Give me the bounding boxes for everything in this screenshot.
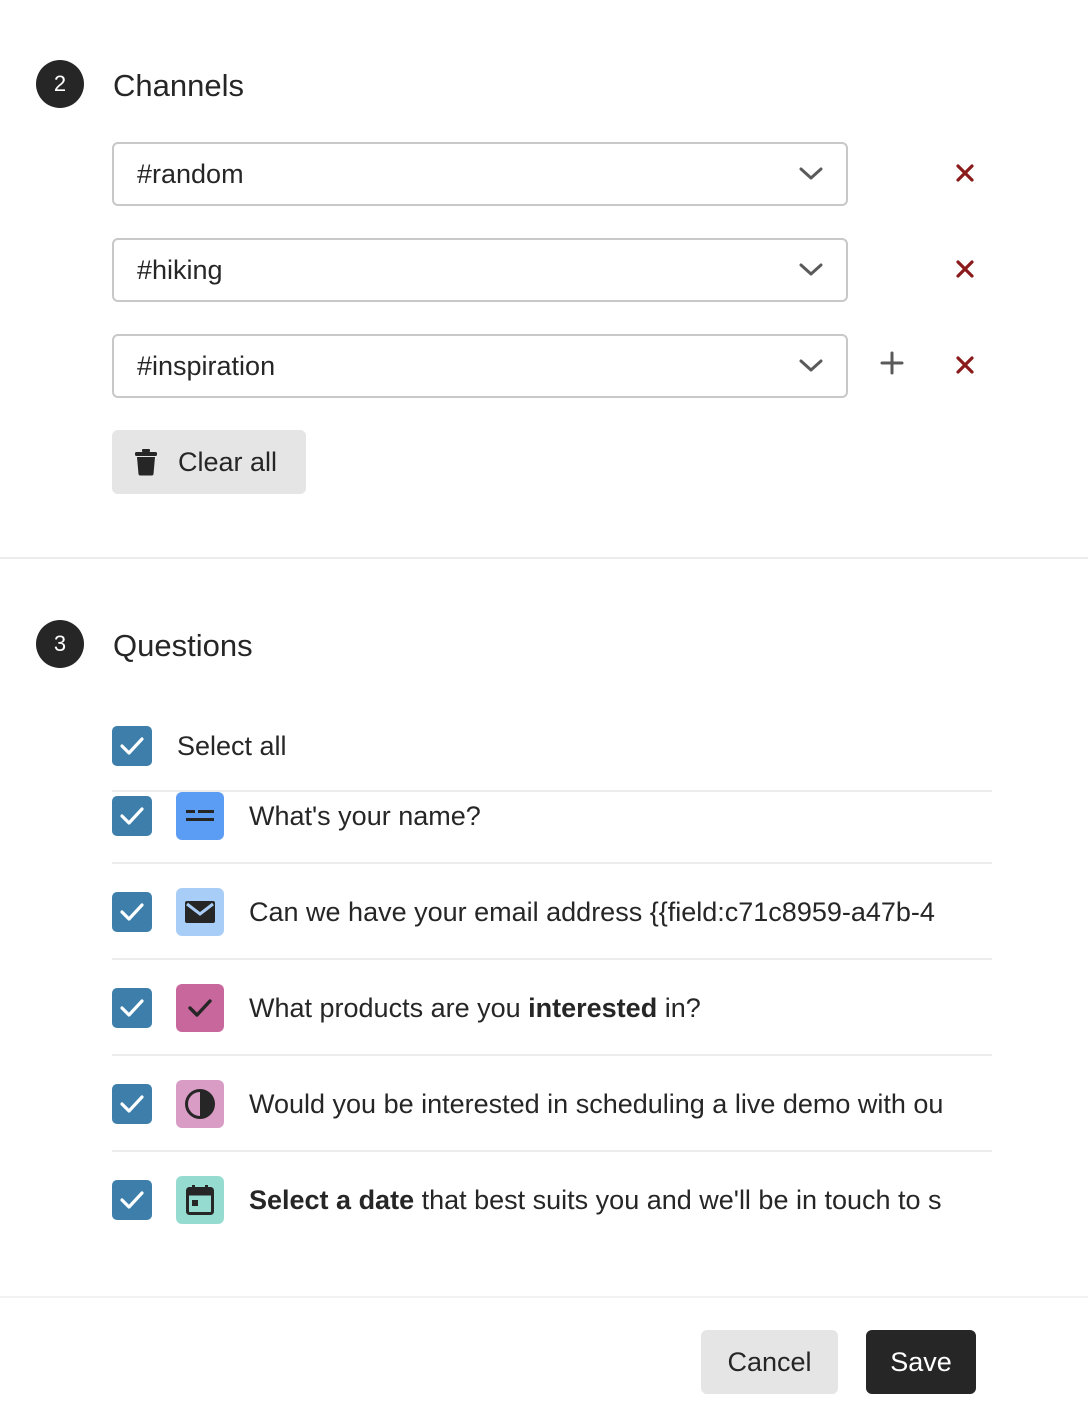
chevron-down-icon: [799, 167, 823, 180]
checkmark-icon: [120, 807, 144, 825]
question-text-4: Would you be interested in scheduling a …: [249, 1087, 992, 1121]
select-all-label: Select all: [177, 731, 287, 761]
chevron-down-icon: [799, 263, 823, 276]
yes-no-icon: [176, 1080, 224, 1128]
question-checkbox-4[interactable]: [112, 1084, 152, 1124]
question-text-segment: Can we have your email address {{field:c…: [249, 897, 935, 927]
close-icon: [956, 260, 974, 278]
remove-channel-button-1[interactable]: [947, 155, 983, 191]
add-channel-button[interactable]: [874, 345, 910, 381]
question-checkbox-5[interactable]: [112, 1180, 152, 1220]
channel-select-3[interactable]: #inspiration: [112, 334, 848, 398]
question-text-emphasis: interested: [528, 993, 658, 1023]
checkmark-icon: [120, 903, 144, 921]
checkmark-icon: [120, 1191, 144, 1209]
clear-all-button[interactable]: Clear all: [112, 430, 306, 494]
footer-divider: [0, 1296, 1088, 1298]
section-divider: [0, 557, 1088, 559]
step-badge-questions: 3: [36, 620, 84, 668]
email-icon: [176, 888, 224, 936]
cancel-button[interactable]: Cancel: [701, 1330, 838, 1394]
channel-select-1[interactable]: #random: [112, 142, 848, 206]
row-divider: [112, 790, 992, 792]
calendar-icon: [176, 1176, 224, 1224]
close-icon: [956, 356, 974, 374]
short-text-icon: [176, 792, 224, 840]
question-text-segment: in?: [657, 993, 701, 1023]
plus-icon: [880, 351, 904, 375]
question-text-3: What products are you interested in?: [249, 991, 992, 1025]
row-divider: [112, 958, 992, 960]
channel-select-value: #inspiration: [137, 350, 276, 381]
trash-icon: [135, 449, 157, 476]
question-text-segment: Would you be interested in scheduling a …: [249, 1089, 944, 1119]
channel-select-value: #hiking: [137, 254, 223, 285]
row-divider: [112, 862, 992, 864]
remove-channel-button-2[interactable]: [947, 251, 983, 287]
row-divider: [112, 1150, 992, 1152]
multiple-choice-icon: [176, 984, 224, 1032]
question-text-2: Can we have your email address {{field:c…: [249, 895, 992, 929]
channel-select-value: #random: [137, 158, 244, 189]
question-checkbox-3[interactable]: [112, 988, 152, 1028]
question-text-segment: What products are you: [249, 993, 529, 1023]
question-text-segment: What's your name?: [249, 801, 481, 831]
checkmark-icon: [120, 999, 144, 1017]
save-button[interactable]: Save: [866, 1330, 976, 1394]
row-divider: [112, 1054, 992, 1056]
section-title-channels: Channels: [113, 68, 244, 103]
close-icon: [956, 164, 974, 182]
clear-all-label: Clear all: [178, 446, 278, 477]
select-all-checkbox[interactable]: [112, 726, 152, 766]
question-text-segment: that best suits you and we'll be in touc…: [414, 1185, 942, 1215]
question-text-1: What's your name?: [249, 799, 992, 833]
checkmark-icon: [120, 1095, 144, 1113]
channel-select-2[interactable]: #hiking: [112, 238, 848, 302]
chevron-down-icon: [799, 359, 823, 372]
remove-channel-button-3[interactable]: [947, 347, 983, 383]
step-badge-channels: 2: [36, 60, 84, 108]
question-checkbox-2[interactable]: [112, 892, 152, 932]
question-checkbox-1[interactable]: [112, 796, 152, 836]
question-text-emphasis: Select a date: [249, 1185, 415, 1215]
checkmark-icon: [120, 737, 144, 755]
question-text-5: Select a date that best suits you and we…: [249, 1183, 992, 1217]
section-title-questions: Questions: [113, 628, 253, 663]
